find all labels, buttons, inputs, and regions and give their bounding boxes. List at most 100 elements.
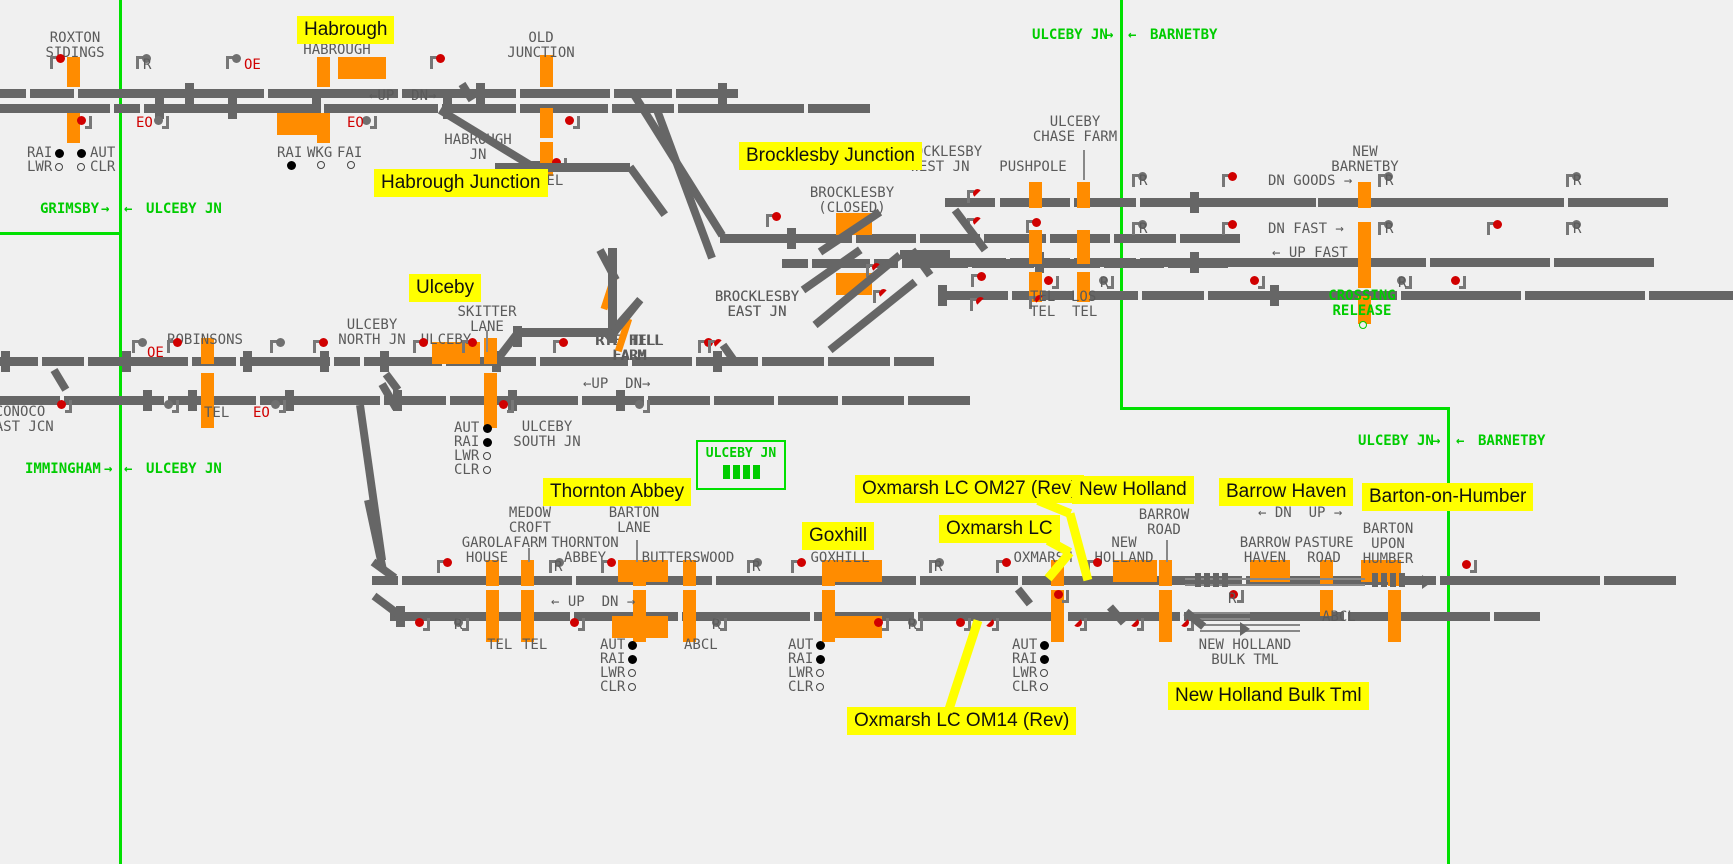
signal-grey[interactable]: [635, 400, 650, 414]
track-bw-lo[interactable]: [1208, 291, 1270, 300]
track-ulceby-dn[interactable]: [516, 396, 578, 405]
track-habrough-up[interactable]: [0, 89, 26, 98]
track-ulceby-up[interactable]: [192, 357, 236, 366]
callout-ulceby[interactable]: Ulceby: [409, 274, 482, 302]
stub-bt-1[interactable]: [1381, 573, 1387, 587]
track-barton-up[interactable]: [1440, 576, 1600, 585]
track-barton-dn[interactable]: [1494, 612, 1540, 621]
track-barton-up[interactable]: [716, 576, 916, 585]
signal-red[interactable]: [1044, 276, 1059, 290]
track-habrough-dn[interactable]: [808, 104, 870, 113]
stub-bt-3[interactable]: [1399, 573, 1405, 587]
track-bw-mid[interactable]: [946, 258, 1006, 267]
callout-barton[interactable]: Barton-on-Humber: [1362, 483, 1534, 511]
signal-red[interactable]: [499, 400, 514, 414]
signal-red[interactable]: [874, 618, 889, 632]
signal-red[interactable]: [553, 338, 568, 354]
stub-nh-3[interactable]: [1222, 573, 1228, 587]
track-ulceby-up[interactable]: [364, 357, 442, 366]
points-dl-6[interactable]: [616, 390, 625, 411]
track-habrough-dn[interactable]: [114, 104, 140, 113]
berth-skitter-lane-mid[interactable]: [484, 373, 497, 403]
track-habrough-up[interactable]: [520, 89, 610, 98]
track-dn-to-brocklesby-2[interactable]: [653, 108, 716, 260]
siding-new-holland-2[interactable]: [1235, 578, 1365, 580]
signal-grey[interactable]: [132, 338, 147, 354]
signal-red[interactable]: [1026, 218, 1041, 234]
track-habrough-up[interactable]: [78, 89, 264, 98]
points-ul-0[interactable]: [1, 351, 10, 372]
stub-nh-0[interactable]: [1195, 573, 1201, 587]
track-ulceby-up[interactable]: [240, 357, 330, 366]
berth-pushpole-up[interactable]: [1029, 182, 1042, 208]
platform-habrough-up[interactable]: [338, 57, 386, 79]
points-bw-lo1[interactable]: [938, 285, 947, 306]
points-ul-4[interactable]: [380, 351, 389, 372]
track-habrough-up[interactable]: [30, 89, 74, 98]
9[interactable]: [513, 328, 613, 337]
track-ulceby-dn[interactable]: [908, 396, 970, 405]
track-habrough-dn[interactable]: [0, 104, 110, 113]
track-barton-up[interactable]: [920, 576, 1018, 585]
berth-goxhill-mid[interactable]: [822, 590, 835, 616]
signal-red[interactable]: [57, 400, 72, 414]
track-brocklesby-up[interactable]: [856, 234, 916, 243]
exit-arrow-1[interactable]: [1240, 622, 1250, 636]
track-bw-lo2b[interactable]: [1525, 291, 1645, 300]
callout-oxmarsh-om14[interactable]: Oxmarsh LC OM14 (Rev): [847, 707, 1077, 735]
points-roxton-up[interactable]: [185, 83, 194, 104]
signal-red[interactable]: [601, 558, 616, 574]
points-b[interactable]: [718, 83, 727, 104]
signal-red[interactable]: [430, 54, 445, 70]
track-ulceby-up[interactable]: [828, 357, 890, 366]
platform-thornton-abbey-dn[interactable]: [612, 616, 668, 638]
berth-medow-up[interactable]: [521, 560, 534, 586]
track-brocklesby-up[interactable]: [728, 234, 788, 243]
track-bw-diag1[interactable]: [951, 207, 989, 253]
track-bw-up2[interactable]: [1444, 198, 1564, 207]
stub-nh-1[interactable]: [1204, 573, 1210, 587]
track-brocklesby-mid[interactable]: [782, 259, 808, 268]
callout-habrough[interactable]: Habrough: [297, 16, 395, 44]
signal-grey[interactable]: [362, 116, 377, 130]
signal-red[interactable]: [462, 338, 477, 354]
signal-red[interactable]: [77, 116, 92, 130]
signal-red[interactable]: [1054, 590, 1069, 604]
signal-grey[interactable]: [154, 116, 169, 130]
berth-new-holland-lo[interactable]: [1159, 616, 1172, 642]
signal-red[interactable]: [1487, 220, 1502, 236]
callout-oxmarsh-lc[interactable]: Oxmarsh LC: [939, 515, 1060, 543]
callout-new-holland[interactable]: New Holland: [1072, 476, 1194, 504]
track-ulceby-up[interactable]: [894, 357, 934, 366]
track-bw-lo[interactable]: [1142, 291, 1204, 300]
track-tick-bt1[interactable]: [1014, 586, 1034, 607]
points-dl-3[interactable]: [285, 390, 294, 411]
signal-red[interactable]: [415, 618, 430, 632]
track-habrough-dn[interactable]: [678, 104, 804, 113]
track-ulceby-up[interactable]: [762, 357, 824, 366]
track-barton-dn[interactable]: [682, 612, 810, 621]
callout-goxhill[interactable]: Goxhill: [802, 522, 875, 550]
points-ul-1[interactable]: [122, 351, 131, 372]
callout-nh-bulk[interactable]: New Holland Bulk Tml: [1168, 682, 1369, 710]
track-ulceby-dn[interactable]: [648, 396, 710, 405]
berth-roxton-sidings-up[interactable]: [67, 57, 80, 87]
callout-brocklesby-jn[interactable]: Brocklesby Junction: [739, 142, 922, 170]
track-bw-up2[interactable]: [1320, 198, 1440, 207]
track-bw-up2[interactable]: [1196, 198, 1316, 207]
points-dl-1[interactable]: [143, 390, 152, 411]
signal-red[interactable]: [971, 272, 986, 288]
signal-red[interactable]: [1451, 276, 1466, 290]
signal-red[interactable]: [1250, 276, 1265, 290]
track-barton-up[interactable]: [1604, 576, 1676, 585]
points-brocklesby-1[interactable]: [787, 228, 796, 249]
track-bw-up2[interactable]: [1568, 198, 1668, 207]
track-ulceby-up[interactable]: [42, 357, 84, 366]
signal-grey[interactable]: [164, 400, 179, 414]
exit-arrow-0[interactable]: [1422, 575, 1432, 589]
berth-butterswood-mid[interactable]: [683, 590, 696, 616]
siding-bulk-2[interactable]: [1200, 624, 1300, 626]
track-habrough-dn[interactable]: [324, 104, 438, 113]
berth-new-barnetby-up[interactable]: [1358, 182, 1371, 208]
berth-garola-mid[interactable]: [486, 590, 499, 616]
